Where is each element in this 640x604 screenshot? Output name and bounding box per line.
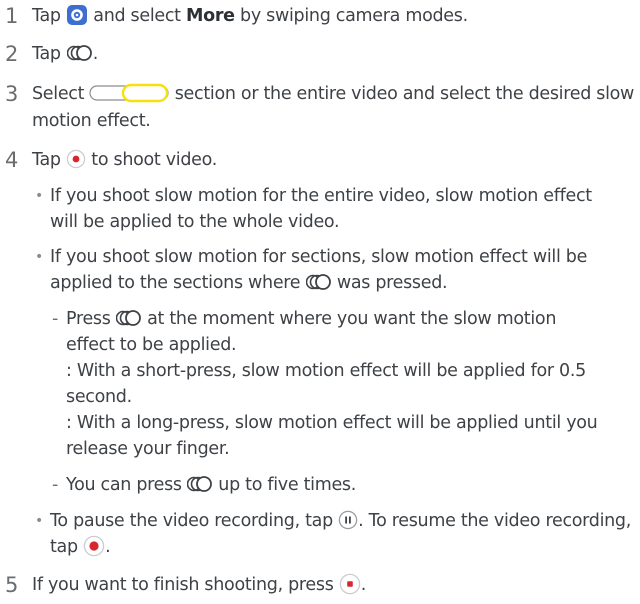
camera-mode-icon [66, 4, 88, 26]
long-press-note-cont: release your finger. [66, 439, 230, 459]
dash-text: You can press [66, 475, 182, 495]
step-number: 3 [5, 82, 19, 106]
dash-1-text: Press at the moment where you want the s… [66, 307, 556, 331]
step-text: and select [93, 6, 181, 26]
dash-marker: - [52, 309, 59, 329]
step-2-text: Tap . [32, 42, 98, 66]
step-1-text: Tap and select More by swiping camera mo… [32, 4, 468, 28]
step-number: 5 [5, 573, 19, 597]
step-text: to shoot video. [91, 150, 217, 170]
step-text: . [92, 44, 99, 64]
bullet-marker: • [35, 513, 43, 529]
stop-icon [339, 573, 361, 595]
more-label: More [186, 6, 235, 26]
bullet-marker: • [35, 188, 43, 204]
short-press-note: : With a short-press, slow motion effect… [66, 361, 586, 381]
step-text: Tap [32, 6, 61, 26]
bullet-text: was pressed. [336, 273, 448, 293]
step-5-text: If you want to finish shooting, press . [32, 573, 366, 597]
step-4-text: Tap to shoot video. [32, 148, 217, 172]
step-number: 4 [5, 148, 19, 172]
step-text: If you want to finish shooting, press [32, 575, 334, 595]
step-number: 2 [5, 42, 19, 66]
step-text: Select [32, 84, 85, 104]
record-icon [66, 149, 86, 169]
pause-icon [338, 510, 358, 530]
record-icon [83, 535, 105, 557]
step-text: section or the entire video and select t… [174, 84, 635, 104]
short-press-note-cont: second. [66, 387, 132, 407]
step-3-text: Select section or the entire video and s… [32, 82, 634, 106]
section-slider-icon [89, 83, 170, 103]
bullet-3-text-cont: tap . [50, 535, 111, 559]
bullet-2-text-cont: applied to the sections where was presse… [50, 271, 448, 295]
bullet-1-text-cont: will be applied to the whole video. [50, 212, 340, 232]
bullet-text: . To resume the video recording, [358, 511, 632, 531]
slow-motion-icon [115, 309, 142, 327]
bullet-text: tap [50, 537, 78, 557]
bullet-marker: • [35, 249, 43, 265]
dash-1-text-cont: effect to be applied. [66, 335, 237, 355]
bullet-text: applied to the sections where [50, 273, 301, 293]
step-number: 1 [5, 4, 19, 28]
dash-2-text: You can press up to five times. [66, 473, 356, 497]
bullet-3-text: To pause the video recording, tap . To r… [50, 509, 631, 533]
dash-text: Press [66, 309, 111, 329]
step-text: Tap [32, 44, 61, 64]
slow-motion-icon [187, 475, 213, 493]
bullet-text: To pause the video recording, tap [50, 511, 333, 531]
slow-motion-icon [305, 273, 332, 291]
step-text: by swiping camera modes. [240, 6, 468, 26]
dash-text: up to five times. [218, 475, 357, 495]
dash-marker: - [52, 475, 59, 495]
long-press-note: : With a long-press, slow motion effect … [66, 413, 598, 433]
bullet-2-text: If you shoot slow motion for sections, s… [50, 247, 588, 267]
dash-text: at the moment where you want the slow mo… [147, 309, 557, 329]
bullet-text: . [105, 537, 111, 557]
step-text: Tap [32, 150, 61, 170]
step-3-text-cont: motion effect. [32, 111, 151, 131]
slow-motion-icon [66, 44, 93, 62]
bullet-1-text: If you shoot slow motion for the entire … [50, 186, 592, 206]
step-text: . [360, 575, 367, 595]
